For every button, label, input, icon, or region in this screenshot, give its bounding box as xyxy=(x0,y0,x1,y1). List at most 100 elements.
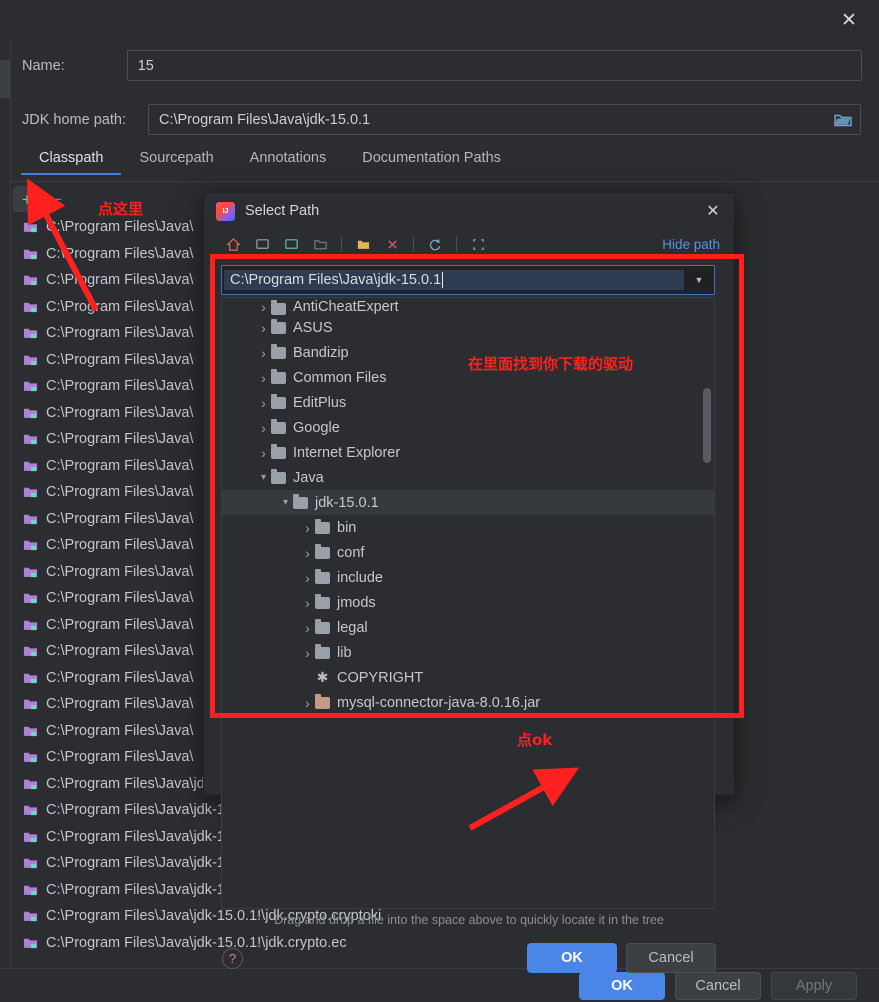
chevron-right-icon[interactable]: › xyxy=(256,445,271,461)
tab-sourcepath[interactable]: Sourcepath xyxy=(121,150,231,182)
chevron-right-icon[interactable]: › xyxy=(300,545,315,561)
chevron-right-icon[interactable]: › xyxy=(300,695,315,711)
chevron-right-icon[interactable]: › xyxy=(300,645,315,661)
jdk-home-path-input[interactable]: C:\Program Files\Java\jdk-15.0.1 xyxy=(147,104,861,135)
folder-icon xyxy=(293,493,308,509)
folder-icon xyxy=(315,643,330,659)
folder-icon[interactable] xyxy=(834,112,852,127)
refresh-icon[interactable] xyxy=(422,232,448,256)
tree-row[interactable]: › legal xyxy=(222,615,714,640)
tree-row[interactable]: › lib xyxy=(222,640,714,665)
desktop-icon[interactable] xyxy=(249,232,275,256)
library-folder-icon xyxy=(23,326,38,340)
tree-row[interactable]: › Bandizip xyxy=(222,340,714,365)
help-icon[interactable]: ? xyxy=(222,947,243,969)
library-folder-icon xyxy=(23,353,38,367)
asterisk-file-icon: ✱ xyxy=(316,669,329,685)
name-input[interactable]: 15 xyxy=(126,50,862,81)
remove-path-button[interactable]: − xyxy=(43,186,71,212)
classpath-item-label: C:\Program Files\Java\ xyxy=(46,404,194,421)
library-folder-icon xyxy=(23,565,38,579)
delete-icon[interactable] xyxy=(379,232,405,256)
close-icon[interactable]: ✕ xyxy=(702,200,724,222)
tab-documentation-paths[interactable]: Documentation Paths xyxy=(344,150,519,182)
tree-row[interactable]: › conf xyxy=(222,540,714,565)
home-icon[interactable] xyxy=(220,232,246,256)
tree-row-label: lib xyxy=(337,644,352,661)
chevron-down-icon[interactable]: ▾ xyxy=(278,497,293,508)
show-hidden-icon[interactable] xyxy=(465,232,491,256)
folder-icon xyxy=(315,618,330,634)
tree-row[interactable]: ▾ jdk-15.0.1 xyxy=(222,490,714,515)
tree-row[interactable]: › Common Files xyxy=(222,365,714,390)
tree-row-label: AntiCheatExpert xyxy=(293,299,399,315)
folder-icon xyxy=(271,418,286,434)
window-titlebar: ✕ xyxy=(0,0,879,38)
chevron-right-icon[interactable]: › xyxy=(256,395,271,411)
hide-path-link[interactable]: Hide path xyxy=(662,237,720,252)
select-path-title: Select Path xyxy=(245,203,320,219)
apply-button[interactable]: Apply xyxy=(771,971,857,1000)
add-path-button[interactable]: + xyxy=(13,186,41,212)
tree-row[interactable]: › Google xyxy=(222,415,714,440)
tree-row[interactable]: › mysql-connector-java-8.0.16.jar xyxy=(222,690,714,715)
folder-icon xyxy=(271,368,286,384)
chevron-right-icon[interactable]: › xyxy=(256,370,271,386)
chevron-right-icon[interactable]: › xyxy=(300,570,315,586)
folder-icon xyxy=(271,393,286,409)
tree-row[interactable]: › ASUS xyxy=(222,315,714,340)
library-folder-icon xyxy=(23,803,38,817)
tree-row[interactable]: › include xyxy=(222,565,714,590)
module-icon[interactable] xyxy=(307,232,333,256)
library-folder-icon xyxy=(23,247,38,261)
folder-icon xyxy=(315,518,330,534)
classpath-item-label: C:\Program Files\Java\ xyxy=(46,457,194,474)
select-path-ok-button[interactable]: OK xyxy=(527,943,617,973)
chevron-down-icon[interactable]: ▾ xyxy=(256,472,271,483)
chevron-right-icon[interactable]: › xyxy=(300,520,315,536)
name-field-row: Name: 15 xyxy=(22,50,862,81)
tree-row[interactable]: › Internet Explorer xyxy=(222,440,714,465)
toolbar-separator xyxy=(341,236,342,252)
tree-row-label: Internet Explorer xyxy=(293,444,401,461)
tree-row[interactable]: ▾ Java xyxy=(222,465,714,490)
toolbar-separator xyxy=(456,236,457,252)
chevron-right-icon[interactable]: › xyxy=(300,595,315,611)
tree-scrollbar[interactable] xyxy=(703,388,711,463)
tree-row[interactable]: ✱ COPYRIGHT xyxy=(222,665,714,690)
tree-row-label: jdk-15.0.1 xyxy=(315,494,379,511)
classpath-item-label: C:\Program Files\Java\ xyxy=(46,351,194,368)
classpath-item-label: C:\Program Files\Java\ xyxy=(46,722,194,739)
left-edge-strip xyxy=(0,38,11,968)
tree-row[interactable]: › jmods xyxy=(222,590,714,615)
library-folder-icon xyxy=(23,300,38,314)
path-combobox[interactable]: C:\Program Files\Java\jdk-15.0.1 ▼ xyxy=(221,265,715,295)
tab-annotations[interactable]: Annotations xyxy=(232,150,345,182)
chevron-right-icon[interactable]: › xyxy=(256,345,271,361)
chevron-right-icon[interactable]: › xyxy=(256,420,271,436)
select-path-cancel-button[interactable]: Cancel xyxy=(626,943,716,973)
library-folder-icon xyxy=(23,432,38,446)
library-folder-icon xyxy=(23,936,38,950)
new-folder-icon[interactable] xyxy=(350,232,376,256)
chevron-right-icon[interactable]: › xyxy=(256,299,271,315)
path-tree[interactable]: › AntiCheatExpert › ASUS › Bandizip › Common Fi… xyxy=(221,297,715,909)
folder-icon xyxy=(315,593,330,609)
select-path-dialog: Select Path ✕ xyxy=(203,192,735,973)
select-path-toolbar: Hide path xyxy=(204,229,734,259)
drag-drop-hint: Drag and drop a file into the space abov… xyxy=(274,913,664,927)
library-folder-icon xyxy=(23,538,38,552)
tree-row[interactable]: › EditPlus xyxy=(222,390,714,415)
tree-row[interactable]: › AntiCheatExpert xyxy=(222,298,714,315)
chevron-right-icon[interactable]: › xyxy=(256,320,271,336)
tree-row-label: COPYRIGHT xyxy=(337,669,424,686)
chevron-right-icon[interactable]: › xyxy=(300,620,315,636)
tree-row[interactable]: › bin xyxy=(222,515,714,540)
classpath-item-label: C:\Program Files\Java\ xyxy=(46,245,194,262)
tree-row-label: bin xyxy=(337,519,357,536)
tab-classpath[interactable]: Classpath xyxy=(22,150,121,182)
chevron-down-icon[interactable]: ▼ xyxy=(684,275,714,285)
path-input[interactable]: C:\Program Files\Java\jdk-15.0.1 xyxy=(224,270,684,290)
close-icon[interactable]: ✕ xyxy=(837,8,861,32)
project-icon[interactable] xyxy=(278,232,304,256)
